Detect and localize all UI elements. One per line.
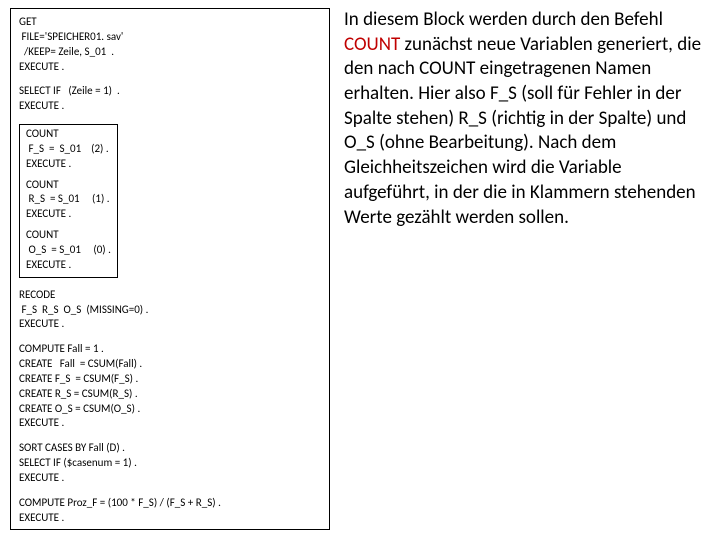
code-block-count-os: COUNT O_S = S_01 (0) . EXECUTE . bbox=[26, 228, 111, 273]
code-block-recode: RECODE F_S R_S O_S (MISSING=0) . EXECUTE… bbox=[19, 288, 321, 333]
code-panel: GET FILE='SPEICHER01. sav' /KEEP= Zeile,… bbox=[10, 8, 330, 530]
slide: GET FILE='SPEICHER01. sav' /KEEP= Zeile,… bbox=[0, 0, 720, 540]
code-text: COUNT O_S = S_01 (0) . EXECUTE . bbox=[26, 228, 111, 273]
code-block-get: GET FILE='SPEICHER01. sav' /KEEP= Zeile,… bbox=[19, 15, 321, 74]
code-block-compute-create: COMPUTE Fall = 1 . CREATE Fall = CSUM(Fa… bbox=[19, 342, 321, 431]
code-text: COMPUTE Proz_F = (100 * F_S) / (F_S + R_… bbox=[19, 496, 321, 526]
code-text: SORT CASES BY Fall (D) . SELECT IF ($cas… bbox=[19, 441, 321, 486]
code-block-compute-proz: COMPUTE Proz_F = (100 * F_S) / (F_S + R_… bbox=[19, 496, 321, 526]
code-text: COMPUTE Fall = 1 . CREATE Fall = CSUM(Fa… bbox=[19, 342, 321, 431]
text-run: In diesem Block werden durch den Befehl bbox=[344, 8, 663, 31]
code-text: GET FILE='SPEICHER01. sav' /KEEP= Zeile,… bbox=[19, 15, 321, 74]
code-text: SELECT IF (Zeile = 1) . EXECUTE . bbox=[19, 84, 321, 114]
text-run: zunächst neue Variablen generiert, die d… bbox=[344, 33, 701, 229]
code-text: COUNT F_S = S_01 (2) . EXECUTE . bbox=[26, 127, 111, 172]
keyword-count: COUNT bbox=[344, 33, 400, 56]
highlighted-count-block: COUNT F_S = S_01 (2) . EXECUTE . COUNT R… bbox=[19, 124, 118, 278]
code-block-count-rs: COUNT R_S = S_01 (1) . EXECUTE . bbox=[26, 178, 111, 223]
code-text: RECODE F_S R_S O_S (MISSING=0) . EXECUTE… bbox=[19, 288, 321, 333]
explanation-paragraph: In diesem Block werden durch den Befehl … bbox=[344, 8, 702, 230]
code-block-count-fs: COUNT F_S = S_01 (2) . EXECUTE . bbox=[26, 127, 111, 172]
explanation-panel: In diesem Block werden durch den Befehl … bbox=[330, 8, 710, 530]
code-block-select1: SELECT IF (Zeile = 1) . EXECUTE . bbox=[19, 84, 321, 114]
code-block-sort-select: SORT CASES BY Fall (D) . SELECT IF ($cas… bbox=[19, 441, 321, 486]
code-text: COUNT R_S = S_01 (1) . EXECUTE . bbox=[26, 178, 111, 223]
